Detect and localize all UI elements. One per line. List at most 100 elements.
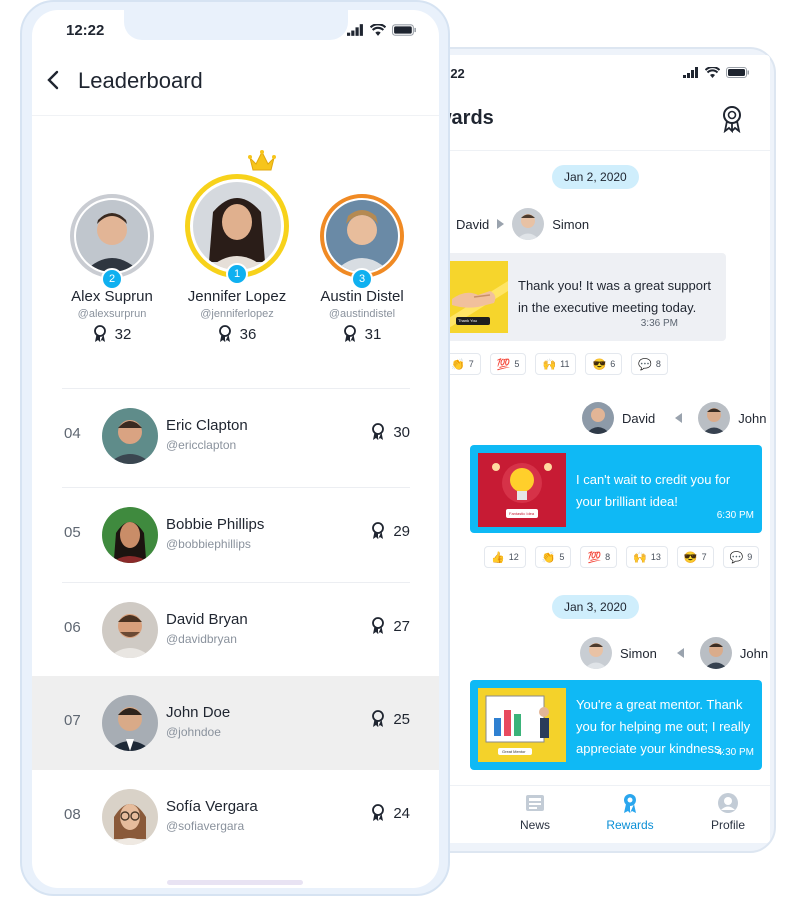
player-handle: @johndoe	[166, 725, 221, 739]
signal-icon	[683, 67, 698, 78]
bottom-tab-bar: ats News Rewards Profile	[430, 785, 770, 843]
player-name: Bobbie Phillips	[166, 516, 265, 533]
score: 31	[302, 325, 422, 343]
sender-receiver-row: Simon John	[580, 635, 768, 671]
tab-rewards[interactable]: Rewards	[590, 792, 670, 832]
tab-profile[interactable]: Profile	[688, 792, 768, 832]
reaction-chip[interactable]: 👍 12	[484, 546, 526, 568]
reaction-chip[interactable]: 👏 5	[534, 546, 572, 568]
leaderboard-row[interactable]: 08 Sofía Vergara @sofiavergara 24	[62, 770, 410, 864]
avatar	[582, 402, 614, 434]
reaction-chip[interactable]: 💯 8	[580, 546, 618, 568]
sender-receiver-row: David Simon	[430, 206, 589, 242]
player-handle: @davidbryan	[166, 632, 237, 646]
profile-icon	[718, 793, 738, 813]
award-icon	[372, 710, 385, 727]
reaction-count: 13	[650, 552, 661, 562]
reaction-chip[interactable]: 💬 8	[631, 353, 668, 375]
reactions-row: 👏 7 💯 5 🙌 11 😎 6 💬 8	[444, 353, 668, 375]
score-value: 30	[393, 423, 410, 441]
status-bar: :22	[430, 55, 770, 95]
player-handle: @jenniferlopez	[200, 308, 274, 320]
reaction-chip[interactable]: 🙌 11	[535, 353, 577, 375]
award-icon	[372, 423, 385, 440]
player-name: Alex Suprun	[71, 288, 153, 305]
status-icons	[683, 67, 750, 78]
back-chevron-icon[interactable]	[46, 68, 62, 92]
score: 36	[172, 325, 302, 343]
leaderboard-header: Leaderboard	[32, 50, 439, 116]
rank-badge: 3	[351, 268, 373, 290]
crown-icon	[248, 150, 276, 171]
reaction-chip[interactable]: 🙌 13	[626, 546, 668, 568]
reaction-chip[interactable]: 💯 5	[489, 353, 527, 375]
message-body: You're a great mentor. Thank you for hel…	[576, 688, 754, 762]
reaction-count: 12	[508, 552, 519, 562]
reaction-chip[interactable]: 💬 9	[722, 546, 760, 568]
reaction-chip[interactable]: 😎 6	[585, 353, 623, 375]
rewards-header: wards	[430, 95, 770, 151]
player-name: Jennifer Lopez	[187, 288, 287, 305]
thumbnail-caption: Great Mentor	[502, 749, 526, 754]
podium-third[interactable]: 3 Austin Distel @austindistel 31	[302, 194, 422, 343]
player-handle: @ericclapton	[166, 438, 237, 452]
leaderboard-row[interactable]: 06 David Bryan @davidbryan 27	[62, 582, 410, 676]
player-handle: @alexsurprun	[77, 308, 147, 320]
message-time: 4:30 PM	[716, 747, 754, 758]
home-indicator	[167, 880, 303, 885]
message-text: I can't wait to credit you for your bril…	[576, 472, 731, 509]
avatar	[102, 507, 158, 563]
leaderboard-row[interactable]: 05 Bobbie Phillips @bobbiephillips 29	[62, 487, 410, 581]
reaction-count: 7	[701, 552, 707, 562]
player-name: David Bryan	[166, 611, 248, 628]
player-name: Eric Clapton	[166, 417, 248, 434]
avatar	[102, 408, 158, 464]
arrow-right-icon	[497, 219, 505, 229]
battery-icon	[392, 24, 416, 36]
score: 25	[371, 710, 410, 728]
reaction-count: 11	[560, 359, 570, 369]
score: 29	[371, 522, 410, 540]
reward-message-card[interactable]: Fantastic Idea I can't wait to credit yo…	[470, 445, 762, 533]
leaderboard-screen: 12:22 Leaderboard 2 Alex Suprun @alexsur…	[32, 10, 439, 888]
score: 27	[371, 617, 410, 635]
rank-number: 06	[64, 619, 81, 636]
sender-name: Simon	[620, 645, 657, 661]
podium-first[interactable]: 1 Jennifer Lopez @jenniferlopez 36	[172, 150, 302, 343]
date-pill: Jan 2, 2020	[552, 165, 639, 189]
reward-message-card[interactable]: Thank You Thank you! It was a great supp…	[444, 253, 726, 341]
reaction-count: 7	[468, 359, 474, 369]
tab-news[interactable]: News	[495, 792, 575, 832]
receiver-name: John	[738, 410, 767, 426]
reaction-chip[interactable]: 😎 7	[676, 546, 714, 568]
player-name: Sofía Vergara	[166, 798, 258, 815]
status-icons	[347, 24, 417, 36]
player-handle: @austindistel	[328, 308, 396, 320]
reward-message-card[interactable]: Great Mentor You're a great mentor. Than…	[470, 680, 762, 770]
leaderboard-row[interactable]: 04 Eric Clapton @ericclapton 30	[62, 388, 410, 482]
reaction-count: 8	[655, 359, 661, 369]
avatar	[193, 182, 281, 270]
reaction-emoji: 👍	[491, 551, 505, 564]
podium-second[interactable]: 2 Alex Suprun @alexsurprun 32	[52, 194, 172, 343]
tab-label: Rewards	[606, 818, 654, 832]
award-icon	[218, 325, 231, 342]
score: 30	[371, 423, 410, 441]
tab-label: News	[519, 818, 550, 832]
sender-name: David	[622, 410, 656, 426]
mentor-thumbnail: Great Mentor	[478, 688, 566, 762]
rank-badge: 1	[226, 263, 248, 285]
avatar	[512, 208, 545, 240]
player-handle: @bobbiephillips	[166, 537, 251, 551]
leaderboard-row-current-user[interactable]: 07 John Doe @johndoe 25	[62, 676, 410, 770]
avatar	[102, 602, 158, 658]
avatar	[76, 200, 148, 272]
award-icon	[372, 804, 385, 821]
award-icon	[343, 325, 356, 342]
reaction-emoji: 💬	[638, 358, 652, 371]
award-badge-icon[interactable]	[720, 105, 744, 133]
avatar	[102, 789, 158, 845]
reaction-emoji: 👏	[451, 358, 465, 371]
avatar	[699, 637, 732, 669]
avatar-ring: 1	[185, 174, 289, 285]
